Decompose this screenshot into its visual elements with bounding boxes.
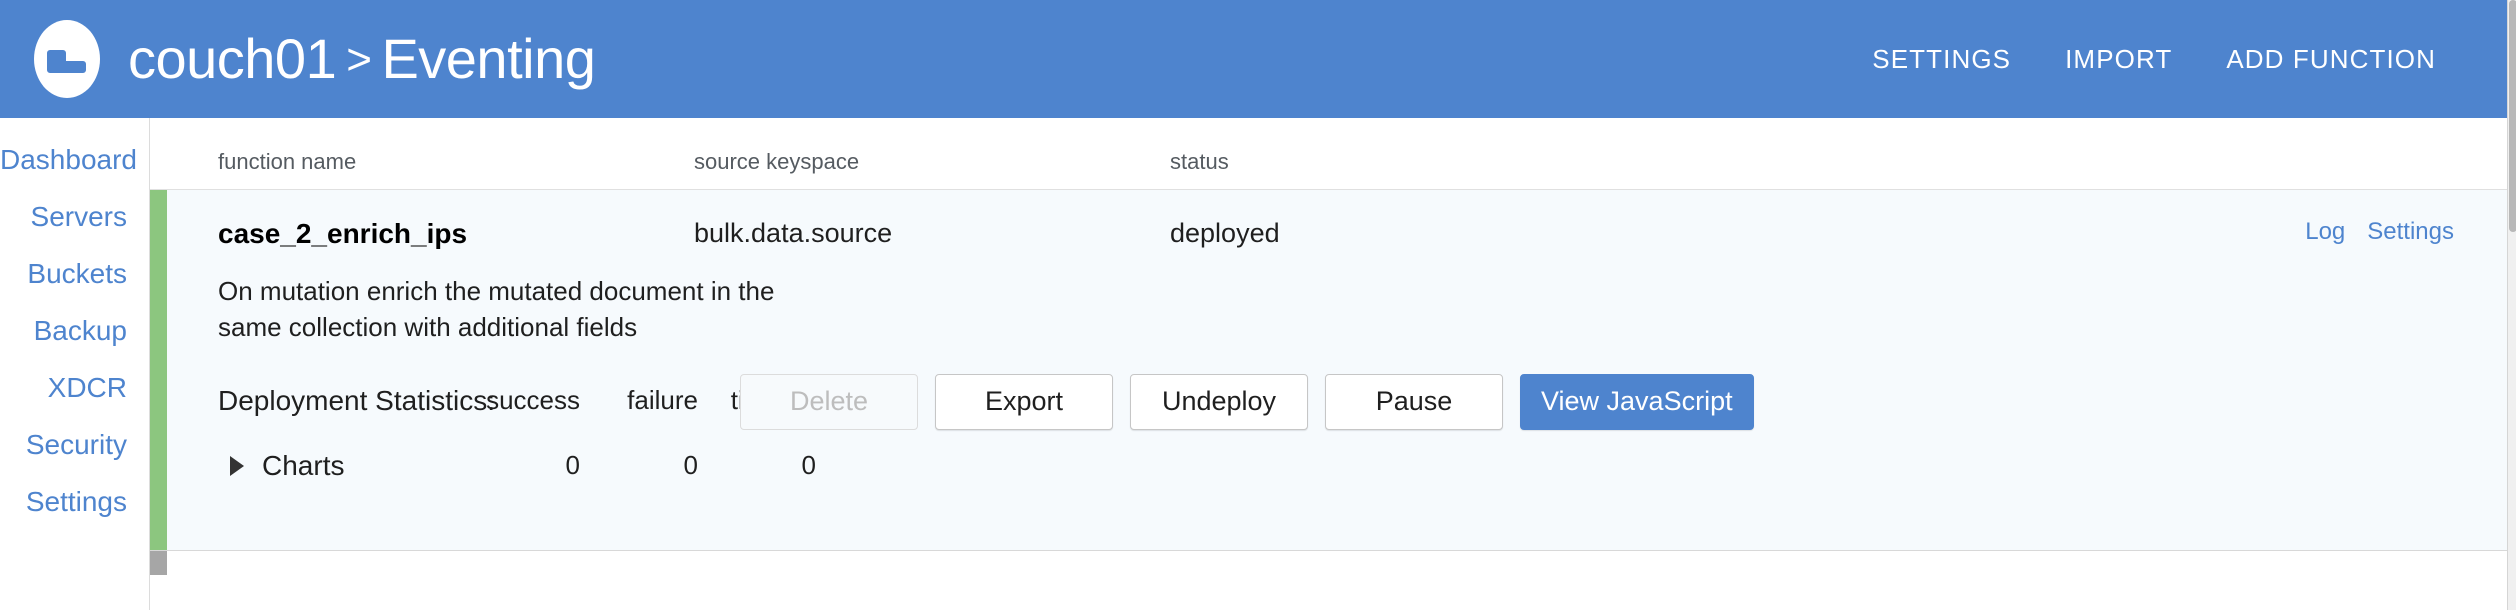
function-action-buttons: Delete Export Undeploy Pause View JavaSc… xyxy=(740,373,1754,430)
function-row-links: Log Settings xyxy=(2305,218,2516,246)
top-header-bar: couch01 > Eventing SETTINGS IMPORT ADD FUN… xyxy=(0,0,2516,118)
cluster-name[interactable]: couch01 xyxy=(128,27,337,90)
header-actions: SETTINGS IMPORT ADD FUNCTION xyxy=(1872,44,2516,75)
status-accent-bar xyxy=(150,190,167,550)
brand[interactable]: couch01 > Eventing xyxy=(34,20,596,98)
body: Dashboard Servers Buckets Backup XDCR Se… xyxy=(0,118,2516,610)
sidebar-item-buckets[interactable]: Buckets xyxy=(0,254,149,294)
header-settings-link[interactable]: SETTINGS xyxy=(1872,44,2011,75)
page-scrollbar[interactable] xyxy=(2507,0,2516,610)
deployment-statistics: Deployment Statistics: success failure t… xyxy=(218,373,2516,492)
sidebar-item-backup[interactable]: Backup xyxy=(0,311,149,351)
statistics-header-row: Deployment Statistics: success failure t… xyxy=(218,373,2516,430)
stat-value-success: 0 xyxy=(565,450,580,481)
undeploy-button[interactable]: Undeploy xyxy=(1130,373,1308,430)
column-header-status: status xyxy=(1170,149,1229,174)
stat-value-timeout: 0 xyxy=(801,450,816,481)
header-add-function-link[interactable]: ADD FUNCTION xyxy=(2226,44,2436,75)
function-name[interactable]: case_2_enrich_ips xyxy=(218,218,694,250)
breadcrumb-separator: > xyxy=(346,35,372,84)
settings-link[interactable]: Settings xyxy=(2367,218,2454,246)
sidebar-item-security[interactable]: Security xyxy=(0,425,149,465)
main-content: function name source keyspace status cas… xyxy=(150,118,2516,610)
function-row: case_2_enrich_ips bulk.data.source deplo… xyxy=(150,190,2516,551)
sidebar-item-dashboard[interactable]: Dashboard xyxy=(0,140,149,180)
chevron-right-icon xyxy=(230,455,244,476)
sidebar-item-servers[interactable]: Servers xyxy=(0,197,149,237)
couchbase-logo-icon xyxy=(34,20,100,98)
column-header-source-keyspace: source keyspace xyxy=(694,149,860,174)
sidebar-item-settings[interactable]: Settings xyxy=(0,482,149,522)
page-title: couch01 > Eventing xyxy=(128,31,596,87)
log-link[interactable]: Log xyxy=(2305,218,2345,246)
stat-label-success: success xyxy=(486,385,580,416)
statistics-title: Deployment Statistics: xyxy=(218,384,495,416)
function-keyspace: bulk.data.source xyxy=(694,218,893,248)
charts-label: Charts xyxy=(262,449,345,481)
function-summary: case_2_enrich_ips bulk.data.source deplo… xyxy=(218,218,2516,250)
next-function-row-partial xyxy=(150,551,2516,575)
view-javascript-button[interactable]: View JavaScript xyxy=(1520,373,1754,430)
column-header-function-name: function name xyxy=(218,149,357,174)
section-name: Eventing xyxy=(381,27,596,90)
stat-label-failure: failure xyxy=(627,385,698,416)
delete-button[interactable]: Delete xyxy=(740,373,918,430)
stat-value-failure: 0 xyxy=(683,450,698,481)
scrollbar-thumb[interactable] xyxy=(2509,0,2516,232)
table-column-headers: function name source keyspace status xyxy=(150,118,2516,190)
function-description: On mutation enrich the mutated document … xyxy=(218,276,775,342)
charts-expand-toggle[interactable]: Charts xyxy=(218,450,480,482)
status-badge: deployed xyxy=(1170,218,1280,248)
pause-button[interactable]: Pause xyxy=(1325,373,1503,430)
next-status-accent-bar xyxy=(150,551,167,575)
charts-row: Charts 0 0 0 xyxy=(218,440,2516,492)
sidebar: Dashboard Servers Buckets Backup XDCR Se… xyxy=(0,118,150,610)
header-import-link[interactable]: IMPORT xyxy=(2065,44,2172,75)
sidebar-item-xdcr[interactable]: XDCR xyxy=(0,368,149,408)
function-row-body: case_2_enrich_ips bulk.data.source deplo… xyxy=(167,190,2516,550)
export-button[interactable]: Export xyxy=(935,373,1113,430)
